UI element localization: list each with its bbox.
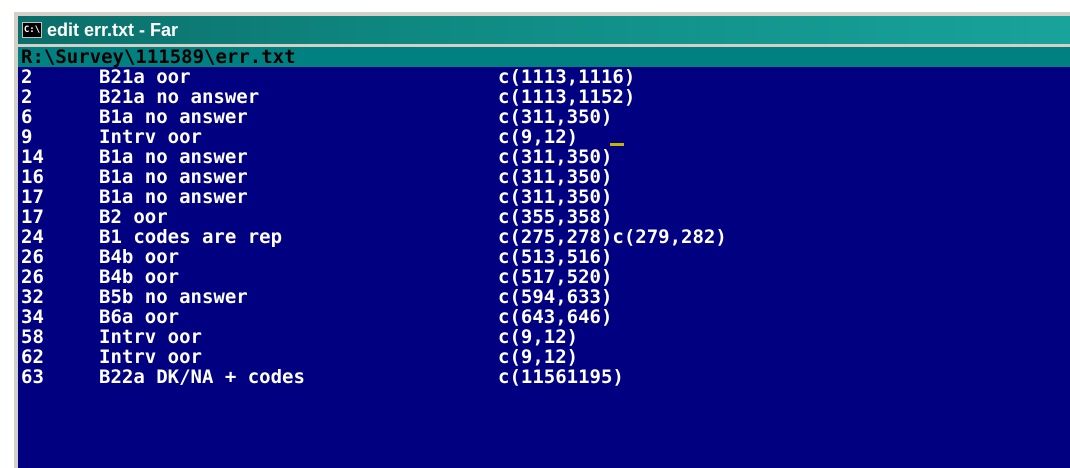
column-spec: c(9,12) <box>498 326 579 348</box>
text-line[interactable]: 17 B1a no answer c(311,350) <box>18 187 1070 207</box>
text-line[interactable]: 58 Intrv oor c(9,12) <box>18 327 1070 347</box>
case-number: 34 <box>21 306 44 328</box>
column-spec: c(355,358) <box>498 206 613 228</box>
column-spec: c(1113,1116) <box>498 66 636 88</box>
case-number: 26 <box>21 246 44 268</box>
console-app-icon[interactable]: C:\ <box>22 22 42 38</box>
case-number: 26 <box>21 266 44 288</box>
error-description: B1a no answer <box>99 166 248 188</box>
column-spec: c(9,12) <box>498 346 579 368</box>
text-line[interactable]: 63 B22a DK/NA + codes c(11561195) <box>18 367 1070 387</box>
text-line[interactable]: 14 B1a no answer c(311,350) <box>18 147 1070 167</box>
error-description: B2 oor <box>99 206 168 228</box>
text-line[interactable]: 16 B1a no answer c(311,350) <box>18 167 1070 187</box>
text-line[interactable]: 2 B21a oor c(1113,1116) <box>18 67 1070 87</box>
column-spec: c(9,12) <box>498 126 579 148</box>
column-spec: c(311,350) <box>498 106 613 128</box>
text-line[interactable]: 34 B6a oor c(643,646) <box>18 307 1070 327</box>
error-description: Intrv oor <box>99 126 202 148</box>
editor-area[interactable]: R:\Survey\111589\err.txt 2 B21a oor c(11… <box>18 47 1070 468</box>
error-description: B21a oor <box>99 66 191 88</box>
text-line[interactable]: 9 Intrv oor c(9,12) <box>18 127 1070 147</box>
window-title: edit err.txt - Far <box>47 19 179 40</box>
case-number: 63 <box>21 366 44 388</box>
case-number: 9 <box>21 126 33 148</box>
error-description: B1a no answer <box>99 106 248 128</box>
column-spec: c(594,633) <box>498 286 613 308</box>
case-number: 58 <box>21 326 44 348</box>
text-line[interactable]: 24 B1 codes are rep c(275,278)c(279,282) <box>18 227 1070 247</box>
case-number: 62 <box>21 346 44 368</box>
error-description: B4b oor <box>99 246 180 268</box>
text-line[interactable]: 2 B21a no answer c(1113,1152) <box>18 87 1070 107</box>
error-description: B1a no answer <box>99 186 248 208</box>
case-number: 2 <box>21 66 33 88</box>
editor-file-path: R:\Survey\111589\err.txt <box>18 47 1070 67</box>
text-line[interactable]: 26 B4b oor c(513,516) <box>18 247 1070 267</box>
error-description: B6a oor <box>99 306 180 328</box>
case-number: 6 <box>21 106 33 128</box>
case-number: 2 <box>21 86 33 108</box>
text-line[interactable]: 6 B1a no answer c(311,350) <box>18 107 1070 127</box>
text-cursor <box>610 143 624 146</box>
case-number: 16 <box>21 166 44 188</box>
error-description: B21a no answer <box>99 86 260 108</box>
error-description: B22a DK/NA + codes <box>99 366 305 388</box>
case-number: 17 <box>21 206 44 228</box>
error-description: B5b no answer <box>99 286 248 308</box>
error-description: Intrv oor <box>99 326 202 348</box>
title-bar[interactable]: C:\ edit err.txt - Far <box>18 16 1070 44</box>
text-line[interactable]: 17 B2 oor c(355,358) <box>18 207 1070 227</box>
case-number: 24 <box>21 226 44 248</box>
far-manager-window: C:\ edit err.txt - Far R:\Survey\111589\… <box>12 10 1070 468</box>
column-spec: c(311,350) <box>498 166 613 188</box>
case-number: 14 <box>21 146 44 168</box>
column-spec: c(643,646) <box>498 306 613 328</box>
text-line[interactable]: 62 Intrv oor c(9,12) <box>18 347 1070 367</box>
column-spec: c(311,350) <box>498 146 613 168</box>
error-description: B4b oor <box>99 266 180 288</box>
column-spec: c(311,350) <box>498 186 613 208</box>
case-number: 17 <box>21 186 44 208</box>
error-description: B1 codes are rep <box>99 226 283 248</box>
case-number: 32 <box>21 286 44 308</box>
column-spec: c(275,278)c(279,282) <box>498 226 727 248</box>
column-spec: c(517,520) <box>498 266 613 288</box>
error-description: Intrv oor <box>99 346 202 368</box>
column-spec: c(1113,1152) <box>498 86 636 108</box>
text-line[interactable]: 26 B4b oor c(517,520) <box>18 267 1070 287</box>
column-spec: c(11561195) <box>498 366 624 388</box>
error-description: B1a no answer <box>99 146 248 168</box>
text-line[interactable]: 32 B5b no answer c(594,633) <box>18 287 1070 307</box>
column-spec: c(513,516) <box>498 246 613 268</box>
